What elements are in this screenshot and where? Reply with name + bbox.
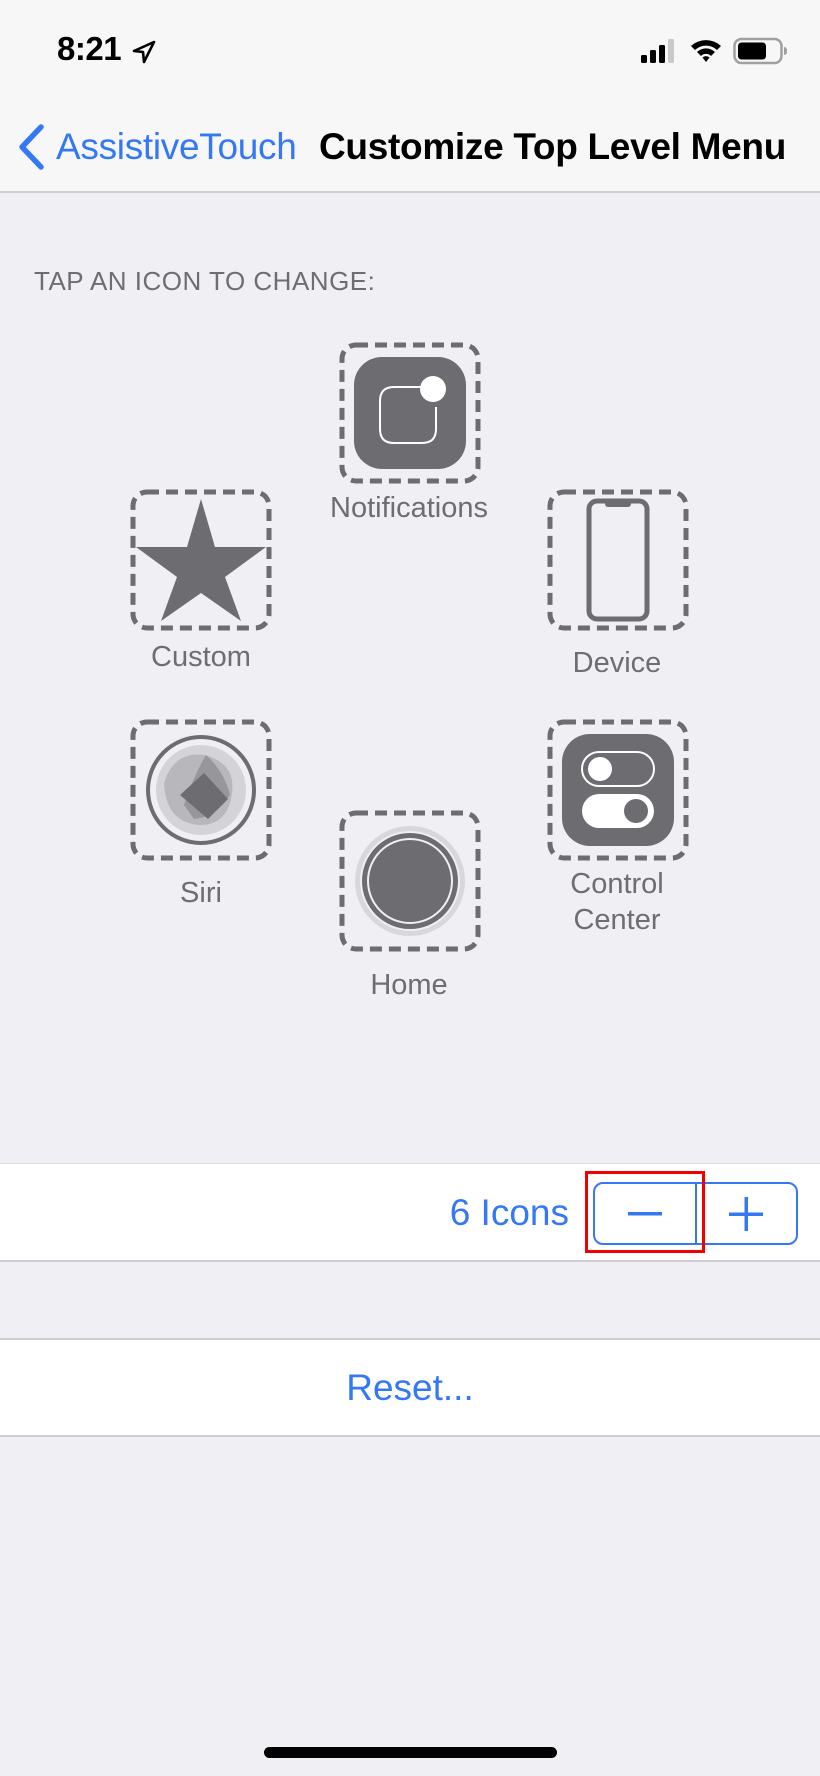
menu-icon-notifications[interactable] — [339, 342, 481, 484]
menu-icon-label-line1: Control — [570, 868, 664, 900]
icon-count-stepper[interactable] — [593, 1182, 798, 1245]
back-button[interactable]: AssistiveTouch — [16, 122, 297, 172]
menu-icon-label-line2: Center — [573, 904, 661, 936]
plus-icon — [729, 1196, 764, 1231]
menu-icon-label: Siri — [180, 877, 222, 909]
icon-count-row: 6 Icons — [0, 1163, 820, 1262]
icon-count-label: 6 Icons — [449, 1192, 569, 1233]
wifi-icon — [691, 40, 721, 62]
device-iphone-icon — [586, 498, 650, 622]
section-header: TAP AN ICON TO CHANGE: — [34, 266, 376, 296]
star-icon — [136, 499, 266, 621]
menu-icon-label: Control Center — [507, 866, 727, 938]
reset-label: Reset... — [346, 1366, 474, 1408]
reset-button[interactable]: Reset... — [0, 1338, 820, 1437]
battery-icon — [733, 37, 787, 65]
chevron-left-icon — [19, 124, 44, 170]
decrement-button[interactable] — [595, 1184, 695, 1243]
status-bar: 8:21 — [0, 0, 820, 100]
home-button-icon — [355, 826, 465, 936]
menu-icon-siri[interactable] — [130, 719, 272, 861]
menu-icon-label: Notifications — [330, 492, 488, 524]
home-indicator[interactable] — [264, 1747, 557, 1758]
siri-icon — [146, 735, 256, 845]
menu-icon-device[interactable] — [547, 489, 689, 631]
navigation-bar: AssistiveTouch Customize Top Level Menu — [0, 100, 820, 193]
minus-icon — [627, 1211, 662, 1215]
notifications-icon — [354, 357, 466, 469]
cellular-signal-icon — [641, 39, 674, 63]
increment-button[interactable] — [697, 1184, 797, 1243]
status-time: 8:21 — [57, 30, 122, 67]
menu-icon-custom[interactable] — [130, 489, 272, 631]
menu-icon-label: Home — [370, 969, 448, 1001]
menu-icon-label: Device — [572, 647, 662, 679]
back-button-label: AssistiveTouch — [56, 126, 297, 167]
menu-icon-home[interactable] — [339, 810, 481, 952]
location-arrow-icon — [132, 40, 156, 64]
menu-icon-control-center[interactable] — [547, 719, 689, 861]
menu-icon-label: Custom — [151, 641, 251, 673]
page-title: Customize Top Level Menu — [319, 126, 786, 167]
control-center-icon — [562, 734, 674, 846]
